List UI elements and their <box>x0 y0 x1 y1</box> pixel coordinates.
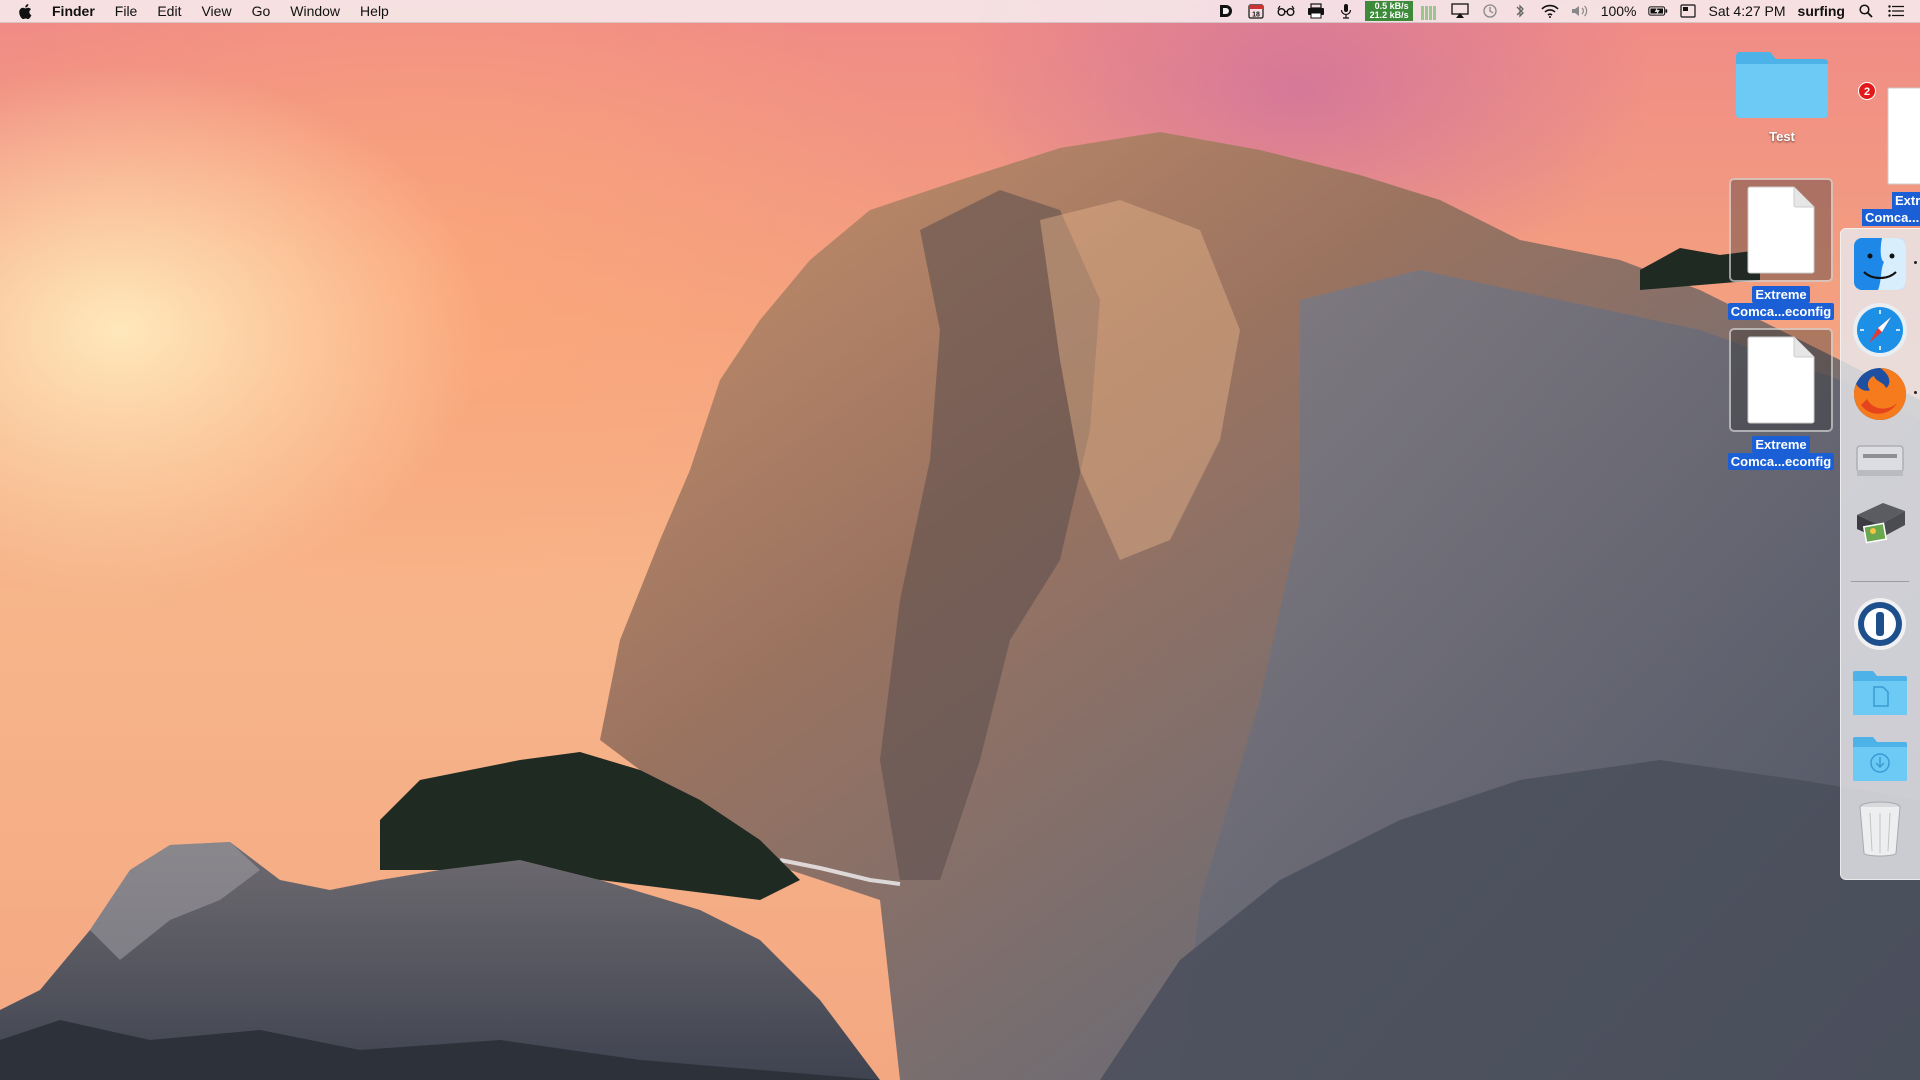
1password-icon <box>1854 598 1906 650</box>
photo-printer-icon <box>1857 503 1905 544</box>
desktop-stack-preview[interactable]: 2 Extr Comca... <box>1858 80 1920 230</box>
printer-status-icon[interactable] <box>1306 3 1326 19</box>
menu-go[interactable]: Go <box>242 0 281 22</box>
menu-help[interactable]: Help <box>350 0 399 22</box>
desktop-item-label: Extreme <box>1752 436 1810 453</box>
dock-safari[interactable] <box>1849 299 1911 361</box>
dock-firefox[interactable] <box>1849 363 1917 425</box>
dock-downloads-folder[interactable] <box>1849 727 1911 789</box>
printer-icon <box>1856 445 1904 476</box>
menu-view[interactable]: View <box>191 0 241 22</box>
file-thumbnail <box>1729 178 1833 282</box>
dock-finder[interactable] <box>1849 233 1917 295</box>
file-thumbnail <box>1729 328 1833 432</box>
desktop-folder-test[interactable]: Test <box>1732 40 1832 145</box>
desktop-item-label: Extreme <box>1752 286 1810 303</box>
dock-1password[interactable] <box>1849 593 1911 655</box>
dock-documents-folder[interactable] <box>1849 661 1911 723</box>
document-icon <box>1747 186 1815 274</box>
cpu-meter-icon[interactable] <box>1420 2 1441 20</box>
safari-icon <box>1853 303 1907 357</box>
user-name[interactable]: surfing <box>1798 3 1845 19</box>
display-icon[interactable] <box>1678 3 1698 19</box>
volume-icon[interactable] <box>1570 3 1590 19</box>
battery-charging-icon[interactable] <box>1647 3 1668 19</box>
documents-folder-icon <box>1853 671 1907 715</box>
firefox-icon <box>1854 368 1906 420</box>
menu-edit[interactable]: Edit <box>147 0 191 22</box>
dock-trash[interactable] <box>1849 797 1911 859</box>
airplay-icon[interactable] <box>1450 3 1470 19</box>
menu-app-finder[interactable]: Finder <box>48 0 105 22</box>
desktop-wallpaper <box>0 0 1920 1080</box>
time-machine-icon[interactable] <box>1480 3 1500 19</box>
apple-menu-icon[interactable] <box>18 3 34 20</box>
menu-window[interactable]: Window <box>280 0 350 22</box>
dock <box>1840 228 1920 880</box>
calendar-icon[interactable]: 18 <box>1246 3 1266 19</box>
wifi-icon[interactable] <box>1540 3 1560 19</box>
desktop-item-label: Extr <box>1892 192 1920 209</box>
dock-printer[interactable] <box>1849 429 1911 491</box>
desktop-file-extreme-1[interactable]: Extreme Comca...econfig <box>1716 178 1846 320</box>
glasses-icon[interactable] <box>1276 3 1296 19</box>
downloads-folder-icon <box>1853 737 1907 781</box>
running-indicator <box>1914 391 1917 394</box>
calendar-day: 18 <box>1252 12 1260 19</box>
document-icon <box>1887 87 1920 185</box>
document-icon <box>1747 336 1815 424</box>
desktop-item-label: Comca... <box>1862 209 1920 226</box>
dock-photo-printer[interactable] <box>1849 491 1911 553</box>
dock-separator <box>1851 581 1909 582</box>
folder-icon <box>1736 52 1828 118</box>
bluetooth-icon[interactable] <box>1510 3 1530 19</box>
network-speed-widget[interactable]: 0.5 kB/s 21.2 kB/s <box>1364 1 1413 21</box>
desktop-file-extreme-2[interactable]: Extreme Comca...econfig <box>1716 328 1846 470</box>
spotlight-search-icon[interactable] <box>1856 3 1876 19</box>
mountain-landscape <box>0 132 1920 1080</box>
menubar-clock[interactable]: Sat 4:27 PM <box>1709 3 1786 19</box>
desktop-item-label: Comca...econfig <box>1727 303 1835 320</box>
network-download-speed: 21.2 kB/s <box>1369 10 1409 20</box>
desktop-item-label: Test <box>1769 129 1795 144</box>
finder-icon <box>1854 238 1906 290</box>
badge-count: 2 <box>1858 82 1876 100</box>
microphone-icon[interactable] <box>1336 3 1356 19</box>
menu-file[interactable]: File <box>105 0 148 22</box>
desktop-item-label: Comca...econfig <box>1727 453 1835 470</box>
trash-icon <box>1859 801 1901 857</box>
menu-bar: Finder File Edit View Go Window Help 18 … <box>0 0 1920 23</box>
notification-center-icon[interactable] <box>1886 3 1906 19</box>
d-app-icon[interactable] <box>1216 3 1236 19</box>
running-indicator <box>1914 261 1917 264</box>
battery-percent[interactable]: 100% <box>1601 3 1637 19</box>
